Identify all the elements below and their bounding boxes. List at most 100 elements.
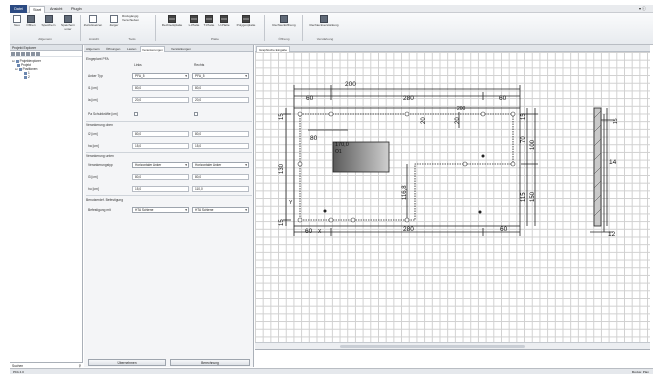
- l-plate-button[interactable]: L-Platte: [187, 15, 201, 28]
- tab-anchorages[interactable]: Verankerungen: [140, 46, 165, 52]
- scrollbar-thumb[interactable]: [340, 345, 525, 348]
- u-plate-icon: [220, 15, 228, 23]
- save-button[interactable]: Speichern: [40, 15, 57, 28]
- l3-label: l3 [cm]: [88, 175, 98, 179]
- pa-left-checkbox[interactable]: [134, 112, 138, 116]
- l1-right-field[interactable]: 80,0: [192, 85, 249, 91]
- section-bottom-anchorage: Verankerung unten: [86, 154, 114, 158]
- anchorage-type-label: Verankerungstyp: [88, 163, 113, 167]
- dim-text: 60: [305, 228, 313, 235]
- apply-button[interactable]: Übernehmen: [88, 359, 166, 366]
- pointer-button[interactable]: Zeiger: [108, 15, 120, 28]
- project-explorer: Projekt Explorer ⊟ Projektexplorer Proje…: [10, 45, 83, 367]
- divider: [86, 195, 252, 196]
- column-left-header: Links: [134, 63, 142, 67]
- polygon-plate-button[interactable]: Polygonplatte: [233, 15, 259, 28]
- opening-width-text: 170,0: [335, 142, 349, 148]
- section-height-text: 14: [609, 159, 617, 166]
- rect-plate-button[interactable]: Rechteckplatte: [159, 15, 185, 28]
- l2-right-field[interactable]: 80,0: [192, 131, 249, 137]
- pointer-icon: [110, 15, 118, 23]
- group-label: Öffnung: [278, 37, 290, 41]
- anchorage-type-left-select[interactable]: Horizontaler Anker: [132, 162, 189, 168]
- fixing-label: Befestigung mit: [88, 208, 111, 212]
- ribbon: Neu Öffnen Speichern Speichern unter Zur…: [10, 13, 653, 45]
- tab-general[interactable]: Allgemein: [85, 46, 101, 52]
- undo-button[interactable]: Rückgängig Verschieben: [122, 14, 150, 22]
- l2-label: l2 [cm]: [88, 132, 98, 136]
- anchorage-type-right-select[interactable]: Horizontaler Anker: [192, 162, 249, 168]
- la-label: la [cm]: [88, 98, 98, 102]
- hu-label: hu [cm]: [88, 187, 99, 191]
- polygon-plate-icon: [242, 15, 250, 23]
- reset-icon: [89, 15, 97, 23]
- paste-icon[interactable]: [31, 52, 35, 56]
- anchor-points[interactable]: [297, 111, 516, 223]
- save-as-button[interactable]: Speichern unter: [59, 15, 77, 31]
- help-icon[interactable]: ▾ ⓘ: [636, 6, 649, 13]
- delete-icon[interactable]: [16, 52, 20, 56]
- drawing-grid[interactable]: 200 60 280 60 80 200 60 280 60 X Y 170,0…: [255, 52, 650, 342]
- fixing-left-select[interactable]: HTA Schiene: [132, 207, 189, 213]
- calculate-button[interactable]: Berechnung: [170, 359, 250, 366]
- fixing-right-select[interactable]: HTA Schiene: [192, 207, 249, 213]
- canvas-tabs: Graphische Eingabe: [255, 45, 650, 52]
- dim-text: 15: [279, 113, 285, 120]
- dim-text: 150: [530, 191, 536, 202]
- save-icon: [44, 15, 53, 23]
- tab-loads[interactable]: Lasten: [126, 46, 137, 52]
- open-button[interactable]: Öffnen: [24, 15, 38, 28]
- tab-reinforcements[interactable]: Verstärkungen: [170, 46, 192, 52]
- group-label: Platte: [211, 37, 219, 41]
- divider: [86, 152, 252, 153]
- l3-right-field[interactable]: 80,0: [192, 174, 249, 180]
- rect-reinforcement-button[interactable]: Rechteckverstärkung: [306, 15, 342, 28]
- tab-ansicht[interactable]: Ansicht: [47, 6, 65, 13]
- tab-openings[interactable]: Öffnungen: [105, 46, 121, 52]
- refresh-icon[interactable]: [36, 52, 40, 56]
- folder-icon: [27, 15, 35, 23]
- l1-left-field[interactable]: 80,0: [132, 85, 189, 91]
- dim-text: 15: [613, 118, 619, 124]
- tab-start[interactable]: Start: [29, 6, 46, 13]
- la-right-field[interactable]: 20,0: [192, 97, 249, 103]
- hu-left-field[interactable]: 15,0: [132, 186, 189, 192]
- dim-text: 116,8: [402, 185, 408, 200]
- hu-right-field[interactable]: 110,0: [192, 186, 249, 192]
- divider: [86, 121, 252, 122]
- t-plate-button[interactable]: T-Platte: [202, 15, 216, 28]
- dim-text: 70: [521, 136, 527, 143]
- pa-right-checkbox[interactable]: [194, 112, 198, 116]
- anchor-type-label: Anker Typ: [88, 74, 103, 78]
- ha-left-field[interactable]: 15,0: [132, 143, 189, 149]
- new-button[interactable]: Neu: [12, 15, 22, 28]
- add-icon[interactable]: [11, 52, 15, 56]
- section-top-anchorage: Verankerung oben: [86, 123, 113, 127]
- la-left-field[interactable]: 20,0: [132, 97, 189, 103]
- ha-right-field[interactable]: 15,0: [192, 143, 249, 149]
- dim-text: 80: [310, 135, 318, 142]
- opening-label: O1: [335, 149, 342, 155]
- cut-icon[interactable]: [21, 52, 25, 56]
- l3-left-field[interactable]: 80,0: [132, 174, 189, 180]
- u-plate-button[interactable]: U-Platte: [217, 15, 231, 28]
- dim-text: 115: [521, 192, 527, 202]
- l2-left-field[interactable]: 80,0: [132, 131, 189, 137]
- plate-drawing[interactable]: 200 60 280 60 80 200 60 280 60 X Y 170,0…: [255, 52, 650, 342]
- dim-text: 280: [403, 95, 414, 102]
- anchor-type-right-select[interactable]: PFA_5: [192, 73, 249, 79]
- reset-button[interactable]: Zurücksetzen: [82, 15, 104, 28]
- horizontal-scrollbar[interactable]: [255, 342, 650, 349]
- tree-position-2[interactable]: 2: [24, 75, 30, 79]
- dim-text: 60: [306, 95, 314, 102]
- tab-plugin[interactable]: PlugIn: [68, 6, 85, 13]
- y-axis-marker: Y: [289, 200, 293, 206]
- menu-bar: Datei Start Ansicht PlugIn ▾ ⓘ: [10, 5, 653, 13]
- save-as-icon: [64, 15, 72, 23]
- file-menu[interactable]: Datei: [10, 5, 27, 13]
- rect-plate-icon: [168, 15, 176, 23]
- copy-icon[interactable]: [26, 52, 30, 56]
- rect-opening-button[interactable]: Rechtecköffnung: [269, 15, 299, 28]
- anchor-type-left-select[interactable]: PFA_5: [132, 73, 189, 79]
- output-pane: [255, 349, 650, 367]
